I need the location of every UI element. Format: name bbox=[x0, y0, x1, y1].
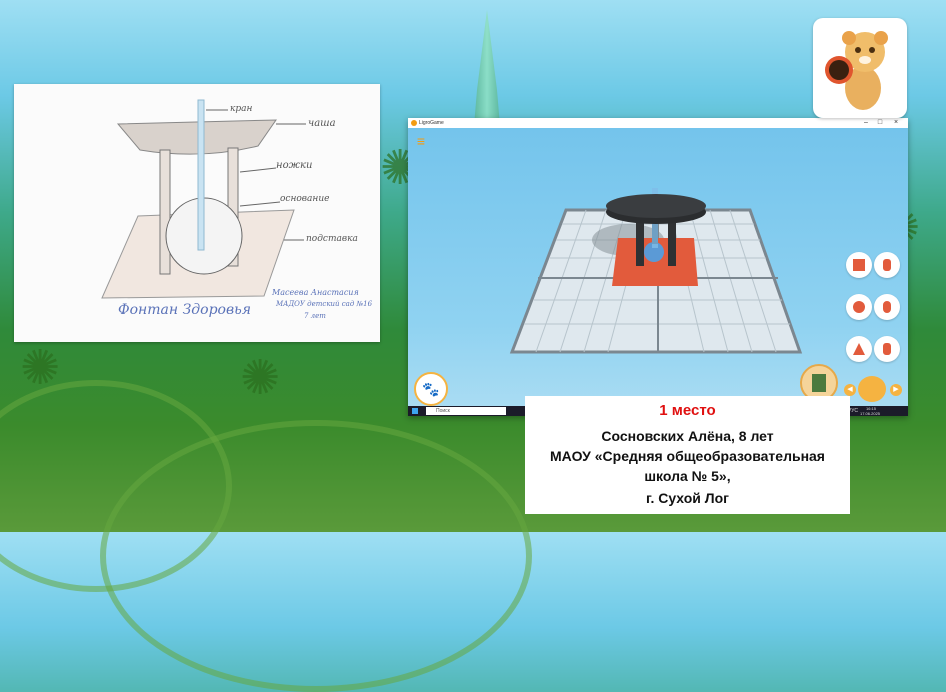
maximize-button[interactable]: □ bbox=[874, 118, 886, 128]
label-jet: кран bbox=[230, 104, 253, 114]
school-line-2: школа № 5», bbox=[644, 468, 731, 484]
prev-arrow-icon[interactable]: ◀ bbox=[844, 384, 856, 396]
next-arrow-icon[interactable]: ▶ bbox=[890, 384, 902, 396]
cube-icon[interactable] bbox=[846, 252, 872, 278]
winner-name: Сосновских Алёна, 8 лет bbox=[601, 428, 774, 444]
title-bar: LigroGame – □ × bbox=[408, 118, 908, 128]
cylinder-icon[interactable] bbox=[874, 252, 900, 278]
ligrogame-window: LigroGame – □ × ≡ 🐾 ◀ ▶ Поиск РУС 16:15 … bbox=[408, 118, 908, 416]
taskbar-search-input[interactable]: Поиск bbox=[426, 407, 506, 415]
app-title: LigroGame bbox=[419, 120, 444, 126]
tall-cylinder-icon[interactable] bbox=[874, 336, 900, 362]
minimize-button[interactable]: – bbox=[860, 118, 872, 128]
label-bowl: чаша bbox=[308, 118, 336, 129]
award-caption: 1 место Сосновских Алёна, 8 лет МАОУ «Ср… bbox=[525, 396, 850, 514]
author-line-1: Масеева Анастасия bbox=[272, 288, 359, 297]
child-drawing: кран чаша ножки основание подставка Фонт… bbox=[14, 84, 380, 342]
city: г. Сухой Лог bbox=[646, 490, 729, 506]
label-base: основание bbox=[280, 194, 330, 204]
close-button[interactable]: × bbox=[890, 118, 902, 128]
3d-scene-viewport[interactable]: ≡ 🐾 ◀ ▶ bbox=[408, 128, 908, 406]
cone-icon[interactable] bbox=[846, 336, 872, 362]
sphere-icon[interactable] bbox=[846, 294, 872, 320]
place-title: 1 место bbox=[659, 402, 716, 419]
school-line-1: МАОУ «Средняя общеобразовательная bbox=[550, 448, 825, 464]
clock-date: 17.06.2025 bbox=[860, 411, 881, 416]
lion-cub-icon bbox=[825, 31, 888, 110]
lion-cub-mascot bbox=[813, 18, 907, 118]
label-legs: ножки bbox=[276, 160, 313, 171]
scene-grid bbox=[509, 188, 803, 354]
hedge-ring bbox=[100, 420, 532, 692]
windows-start-icon[interactable] bbox=[412, 408, 418, 414]
palm-tree: ✺ bbox=[240, 352, 281, 405]
mascot-mini-icon[interactable] bbox=[858, 376, 886, 402]
author-line-3: 7 лет bbox=[304, 312, 326, 320]
label-stand: подставка bbox=[306, 234, 358, 244]
capsule-icon[interactable] bbox=[874, 294, 900, 320]
author-line-2: МАДОУ детский сад №16 bbox=[276, 300, 373, 308]
drawing-title: Фонтан Здоровья bbox=[118, 302, 252, 318]
app-logo-icon bbox=[411, 120, 417, 126]
palm-tree: ✺ bbox=[20, 342, 61, 395]
paw-icon[interactable]: 🐾 bbox=[414, 372, 448, 406]
